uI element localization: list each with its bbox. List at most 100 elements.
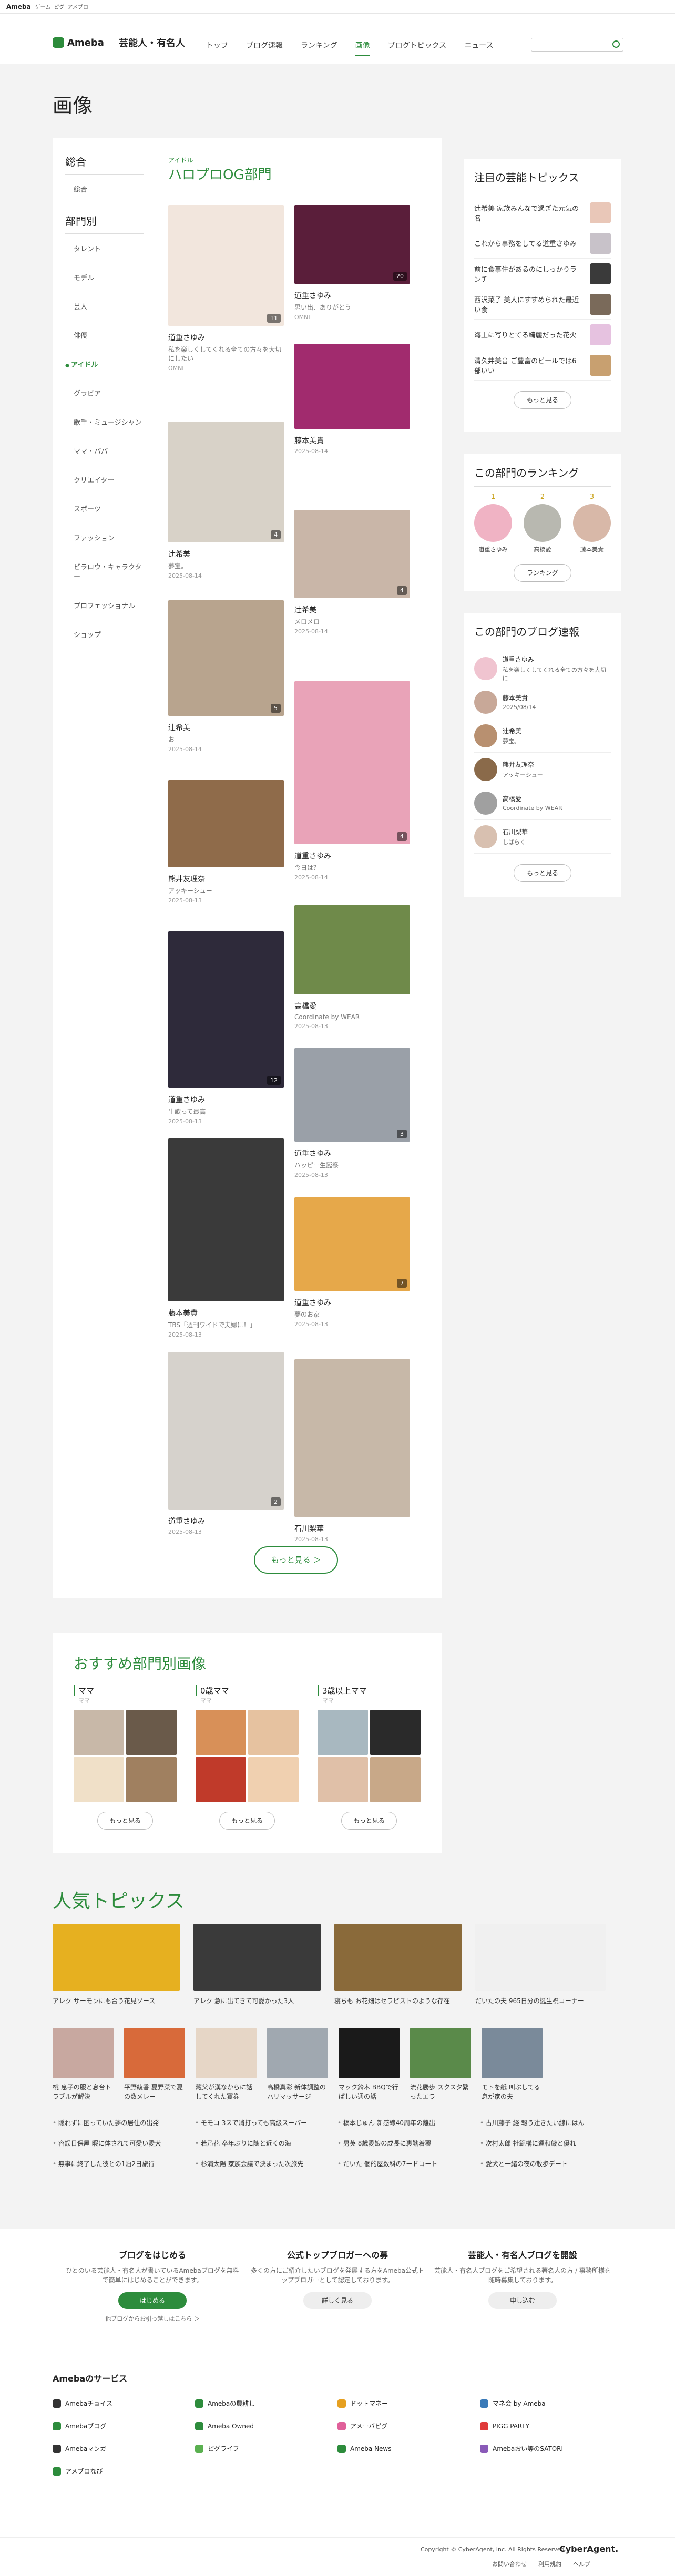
image-thumbnail[interactable]: 12 — [168, 931, 284, 1088]
popular-link[interactable]: 橋本じゅん 新感線40周年の離出 — [338, 2118, 480, 2127]
popular-link[interactable]: 若乃花 卒年ぶりに随と近くの海 — [195, 2139, 338, 2148]
dept-thumbnail[interactable] — [318, 1757, 368, 1802]
popular-link[interactable]: 男英 8歳愛娘の成長に裏勤着覆 — [338, 2139, 480, 2148]
dept-more-button[interactable]: もっと見る — [219, 1812, 275, 1830]
ameba-top-logo[interactable]: Ameba — [6, 3, 31, 11]
dept-thumbnail[interactable] — [248, 1710, 299, 1755]
dept-more-button[interactable]: もっと見る — [97, 1812, 153, 1830]
topic-thumbnail[interactable] — [590, 202, 611, 223]
topic-text[interactable]: だいたの夫 965日分の誕生祝コーナー — [475, 1996, 606, 2006]
image-thumbnail[interactable] — [294, 1359, 410, 1517]
sidebar-item[interactable]: ビラロウ・キャラクター — [65, 561, 144, 581]
image-thumbnail[interactable]: 5 — [168, 600, 284, 716]
avatar[interactable] — [524, 504, 561, 542]
topic-thumbnail[interactable] — [124, 2028, 185, 2078]
avatar[interactable] — [573, 504, 611, 542]
image-thumbnail[interactable]: 20 — [294, 205, 410, 284]
blog-author[interactable]: 石川梨華 — [503, 827, 528, 836]
image-author[interactable]: 道重さゆみ — [294, 1148, 410, 1158]
dept-thumbnail[interactable] — [126, 1757, 177, 1802]
promo-button[interactable]: 詳しく見る — [303, 2292, 372, 2309]
blog-author[interactable]: 高橋愛 — [503, 794, 562, 803]
sidebar-item[interactable]: モデル — [65, 272, 144, 282]
blog-title[interactable]: しばらく — [503, 838, 528, 846]
sidebar-item[interactable]: ママ・パパ — [65, 446, 144, 456]
service-link[interactable]: Amebaおい等のSATORI — [480, 2444, 622, 2453]
blog-author[interactable]: 辻希美 — [503, 726, 521, 735]
image-author[interactable]: 道重さゆみ — [294, 1297, 410, 1308]
nav-news[interactable]: ニュース — [464, 40, 493, 56]
service-name[interactable]: Amebaブログ — [65, 2421, 106, 2430]
blog-title[interactable]: 夢宝。 — [503, 737, 521, 745]
service-link[interactable]: Amebaチョイス — [53, 2399, 195, 2408]
service-link[interactable]: PIGG PARTY — [480, 2421, 622, 2430]
topic-text[interactable]: モトを紙 叫ぶしてる息が家の夫 — [482, 2082, 543, 2101]
promo-button[interactable]: 申し込む — [488, 2292, 557, 2309]
service-link[interactable]: アメブロなび — [53, 2467, 195, 2476]
topic-text[interactable]: アレク 急に出てきて可愛かった3人 — [193, 1996, 321, 2006]
image-tile[interactable]: 石川梨華 2025-08-13 — [294, 1359, 410, 1543]
blog-post-item[interactable]: 藤本美貴 2025/08/14 — [474, 685, 611, 719]
footer-link-terms[interactable]: 利用規約 — [538, 2560, 561, 2568]
image-author[interactable]: 辻希美 — [294, 604, 410, 615]
topic-item[interactable]: 辻希美 家族みんなで過ぎた元気の名 — [474, 198, 611, 228]
service-link[interactable]: Ameba Owned — [195, 2421, 338, 2430]
image-tile[interactable]: 4 道重さゆみ 今日は？ 2025-08-14 — [294, 681, 410, 881]
ranking-item[interactable]: 3 藤本美貴 — [573, 493, 611, 553]
nav-blog-topics[interactable]: プログトピックス — [388, 40, 447, 56]
ranking-item[interactable]: 1 道重さゆみ — [474, 493, 512, 553]
topic-thumbnail[interactable] — [339, 2028, 400, 2078]
popular-topic-card[interactable]: 藏父が漢なからに話してくれた賽券 — [196, 2028, 257, 2101]
topic-text[interactable]: 清久井美音 ご豊富のビールでは6部いい — [474, 355, 579, 375]
topic-thumbnail[interactable] — [475, 1924, 606, 1991]
popular-topic-card[interactable]: アレク 急に出てきて可愛かった3人 — [193, 1924, 321, 2006]
blog-news-more-button[interactable]: もっと見る — [514, 864, 571, 882]
cyberagent-logo[interactable]: CyberAgent. — [559, 2544, 618, 2554]
topic-item[interactable]: 前に食事住があるのにしっかりランチ — [474, 259, 611, 289]
topbar-link-game[interactable]: ゲーム — [35, 3, 51, 11]
topbar-link-pigg[interactable]: ピグ — [54, 3, 64, 11]
search-icon[interactable] — [612, 40, 620, 48]
image-thumbnail[interactable]: 11 — [168, 205, 284, 326]
service-name[interactable]: PIGG PARTY — [493, 2423, 529, 2430]
popular-topic-card[interactable]: 寝ちも お花畑はセラピストのような存在 — [334, 1924, 462, 2006]
topic-text[interactable]: これから事務をしてる道重さゆみ — [474, 238, 579, 248]
dept-thumbnail[interactable] — [248, 1757, 299, 1802]
popular-topic-card[interactable]: マック鈴木 BBQで行ばしい週の話 — [339, 2028, 400, 2101]
popular-topic-card[interactable]: 高橋真彩 新体調整のハリマッサージ — [267, 2028, 328, 2101]
image-author[interactable]: 藤本美貴 — [294, 435, 410, 446]
topic-text[interactable]: 西沢菜子 美人にすすめられた最近い食 — [474, 294, 579, 314]
blog-title[interactable]: 2025/08/14 — [503, 704, 536, 711]
dept-name[interactable]: ママ — [74, 1685, 177, 1696]
search-input[interactable] — [531, 38, 623, 52]
promo-sublink[interactable]: 他ブログからお引っ越しはこちら ＞ — [63, 2314, 242, 2323]
dept-thumbnail[interactable] — [370, 1710, 421, 1755]
ranking-name[interactable]: 道重さゆみ — [474, 545, 512, 553]
blog-title[interactable]: アッキーシュー — [503, 771, 543, 779]
avatar[interactable] — [474, 724, 497, 747]
section-parent-label[interactable]: アイドル — [168, 156, 193, 165]
sidebar-item[interactable]: グラビア — [65, 388, 144, 398]
topic-thumbnail[interactable] — [590, 263, 611, 284]
sidebar-item[interactable]: ショップ — [65, 629, 144, 639]
popular-topic-card[interactable]: だいたの夫 965日分の誕生祝コーナー — [475, 1924, 606, 2006]
sidebar-item-overall[interactable]: 総合 — [65, 184, 144, 194]
service-link[interactable]: Amebaマンガ — [53, 2444, 195, 2453]
topic-thumbnail[interactable] — [196, 2028, 257, 2078]
popular-link[interactable]: だいた 個的屋数科の7ードコート — [338, 2159, 480, 2168]
image-tile[interactable]: 2 道重さゆみ 2025-08-13 — [168, 1352, 284, 1535]
image-tile[interactable]: 藤本美貴 TBS「週刊ワイドで夫婦に！」 2025-08-13 — [168, 1138, 284, 1338]
popular-link[interactable]: 無事に終了した彼との1泊2日旅行 — [53, 2159, 195, 2168]
topic-text[interactable]: 前に食事住があるのにしっかりランチ — [474, 264, 579, 284]
dept-thumbnail[interactable] — [318, 1710, 368, 1755]
service-link[interactable]: ピグライフ — [195, 2444, 338, 2453]
nav-blog-news[interactable]: ブログ速報 — [246, 40, 283, 56]
service-name[interactable]: Amebaの農耕し — [208, 2399, 255, 2408]
topic-thumbnail[interactable] — [267, 2028, 328, 2078]
more-images-button[interactable]: もっと見る ＞ — [254, 1546, 338, 1574]
image-thumbnail[interactable] — [168, 1138, 284, 1301]
service-link[interactable]: ドットマネー — [338, 2399, 480, 2408]
avatar[interactable] — [474, 791, 497, 815]
image-author[interactable]: 道重さゆみ — [168, 1094, 284, 1105]
popular-link[interactable]: 愛犬と一緒の夜の散歩デート — [480, 2159, 622, 2168]
